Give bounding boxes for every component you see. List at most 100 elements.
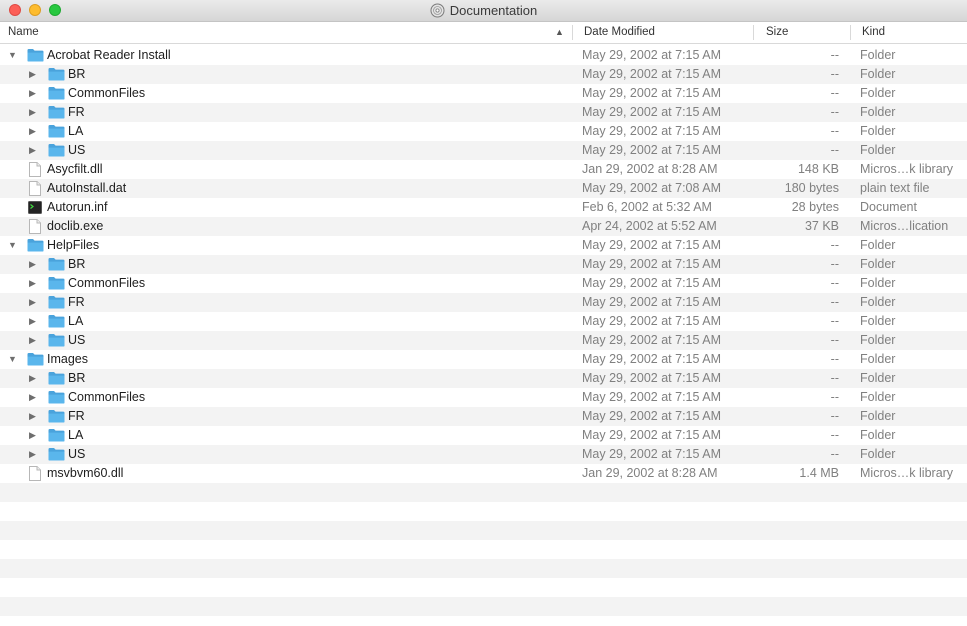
folder-icon [48, 371, 65, 386]
disclosure-closed-icon[interactable]: ▶ [29, 369, 36, 388]
table-row[interactable]: ▼ HelpFiles May 29, 2002 at 7:15 AM -- Folde… [0, 236, 967, 255]
disclosure-closed-icon[interactable]: ▶ [29, 122, 36, 141]
disclosure-closed-icon[interactable]: ▶ [29, 84, 36, 103]
date-modified: May 29, 2002 at 7:15 AM [582, 409, 721, 423]
folder-icon [48, 295, 65, 310]
folder-icon [48, 276, 65, 291]
table-row[interactable]: Asycfilt.dll Jan 29, 2002 at 8:28 AM 148 K… [0, 160, 967, 179]
disclosure-closed-icon[interactable]: ▶ [29, 65, 36, 84]
table-row[interactable]: ▶ CommonFiles May 29, 2002 at 7:15 AM -- Fol… [0, 388, 967, 407]
file-kind: Folder [860, 48, 896, 62]
date-modified: May 29, 2002 at 7:15 AM [582, 390, 721, 404]
folder-icon [48, 409, 65, 424]
disclosure-open-icon[interactable]: ▼ [8, 350, 17, 369]
file-name: HelpFiles [47, 238, 100, 252]
date-modified: May 29, 2002 at 7:15 AM [582, 276, 721, 290]
file-kind: Folder [860, 295, 896, 309]
table-row[interactable]: ▶ BR May 29, 2002 at 7:15 AM -- Folder [0, 65, 967, 84]
column-header-name[interactable]: Name [8, 22, 39, 43]
table-row[interactable]: Autorun.inf Feb 6, 2002 at 5:32 AM 28 byte… [0, 198, 967, 217]
column-header-bar: Name ▲ Date Modified Size Kind [0, 22, 967, 44]
document-icon [29, 466, 41, 481]
disclosure-closed-icon[interactable]: ▶ [29, 426, 36, 445]
table-row[interactable]: ▶ FR May 29, 2002 at 7:15 AM -- Folder [0, 407, 967, 426]
finder-window: Documentation Name ▲ Date Modified Size … [0, 0, 967, 626]
empty-row [0, 616, 967, 626]
file-name: AutoInstall.dat [47, 181, 127, 195]
table-row[interactable]: ▶ LA May 29, 2002 at 7:15 AM -- Folder [0, 122, 967, 141]
file-size: -- [830, 48, 839, 62]
column-header-date[interactable]: Date Modified [584, 22, 655, 43]
document-icon [29, 181, 41, 196]
table-row[interactable]: ▶ CommonFiles May 29, 2002 at 7:15 AM -- Fol… [0, 274, 967, 293]
column-header-kind[interactable]: Kind [862, 22, 885, 43]
date-modified: Jan 29, 2002 at 8:28 AM [582, 466, 718, 480]
column-header-size[interactable]: Size [766, 22, 788, 43]
disclosure-closed-icon[interactable]: ▶ [29, 141, 36, 160]
table-row[interactable]: ▶ LA May 29, 2002 at 7:15 AM -- Folder [0, 426, 967, 445]
table-row[interactable]: ▶ CommonFiles May 29, 2002 at 7:15 AM -- Fol… [0, 84, 967, 103]
file-kind: Folder [860, 352, 896, 366]
disclosure-closed-icon[interactable]: ▶ [29, 407, 36, 426]
file-kind: Micros…lication [860, 219, 949, 233]
file-kind: Folder [860, 371, 896, 385]
table-row[interactable]: ▶ FR May 29, 2002 at 7:15 AM -- Folder [0, 103, 967, 122]
table-row[interactable]: doclib.exe Apr 24, 2002 at 5:52 AM 37 KB Mi… [0, 217, 967, 236]
table-row[interactable]: ▶ US May 29, 2002 at 7:15 AM -- Folder [0, 445, 967, 464]
disclosure-closed-icon[interactable]: ▶ [29, 274, 36, 293]
file-size: -- [830, 86, 839, 100]
title-bar[interactable]: Documentation [0, 0, 967, 22]
file-kind: Folder [860, 314, 896, 328]
table-row[interactable]: ▼ Images May 29, 2002 at 7:15 AM -- Folder [0, 350, 967, 369]
file-name: US [68, 143, 86, 157]
column-divider[interactable] [572, 25, 573, 40]
file-size: -- [830, 124, 839, 138]
table-row[interactable]: ▶ US May 29, 2002 at 7:15 AM -- Folder [0, 141, 967, 160]
file-name: BR [68, 257, 86, 271]
disclosure-closed-icon[interactable]: ▶ [29, 445, 36, 464]
date-modified: Jan 29, 2002 at 8:28 AM [582, 162, 718, 176]
file-size: -- [830, 371, 839, 385]
date-modified: May 29, 2002 at 7:15 AM [582, 48, 721, 62]
file-kind: Folder [860, 428, 896, 442]
folder-icon [48, 447, 65, 462]
file-name: CommonFiles [68, 390, 146, 404]
table-row[interactable]: ▶ US May 29, 2002 at 7:15 AM -- Folder [0, 331, 967, 350]
disclosure-closed-icon[interactable]: ▶ [29, 103, 36, 122]
date-modified: May 29, 2002 at 7:15 AM [582, 124, 721, 138]
file-size: 148 KB [797, 162, 839, 176]
sort-ascending-icon[interactable]: ▲ [555, 22, 564, 43]
disclosure-closed-icon[interactable]: ▶ [29, 331, 36, 350]
table-row[interactable]: ▼ Acrobat Reader Install May 29, 2002 at 7… [0, 46, 967, 65]
file-size: -- [830, 409, 839, 423]
table-row[interactable]: ▶ FR May 29, 2002 at 7:15 AM -- Folder [0, 293, 967, 312]
folder-icon [27, 238, 44, 253]
column-divider[interactable] [850, 25, 851, 40]
disclosure-open-icon[interactable]: ▼ [8, 236, 17, 255]
window-title-group: Documentation [0, 0, 967, 21]
table-row[interactable]: ▶ LA May 29, 2002 at 7:15 AM -- Folder [0, 312, 967, 331]
file-name: US [68, 333, 86, 347]
date-modified: May 29, 2002 at 7:15 AM [582, 371, 721, 385]
table-row[interactable]: ▶ BR May 29, 2002 at 7:15 AM -- Folder [0, 369, 967, 388]
disclosure-closed-icon[interactable]: ▶ [29, 388, 36, 407]
table-row[interactable]: msvbvm60.dll Jan 29, 2002 at 8:28 AM 1.4 M… [0, 464, 967, 483]
file-kind: Micros…k library [860, 466, 954, 480]
file-name: US [68, 447, 86, 461]
table-row[interactable]: AutoInstall.dat May 29, 2002 at 7:08 AM 18… [0, 179, 967, 198]
disclosure-closed-icon[interactable]: ▶ [29, 312, 36, 331]
column-divider[interactable] [753, 25, 754, 40]
file-kind: Folder [860, 238, 896, 252]
file-name: Images [47, 352, 88, 366]
empty-row [0, 502, 967, 521]
date-modified: Apr 24, 2002 at 5:52 AM [582, 219, 717, 233]
table-row[interactable]: ▶ BR May 29, 2002 at 7:15 AM -- Folder [0, 255, 967, 274]
file-name: LA [68, 428, 84, 442]
disclosure-closed-icon[interactable]: ▶ [29, 293, 36, 312]
empty-row [0, 521, 967, 540]
folder-icon [27, 48, 44, 63]
disclosure-open-icon[interactable]: ▼ [8, 46, 17, 65]
file-kind: Micros…k library [860, 162, 954, 176]
disclosure-closed-icon[interactable]: ▶ [29, 255, 36, 274]
file-kind: Folder [860, 390, 896, 404]
